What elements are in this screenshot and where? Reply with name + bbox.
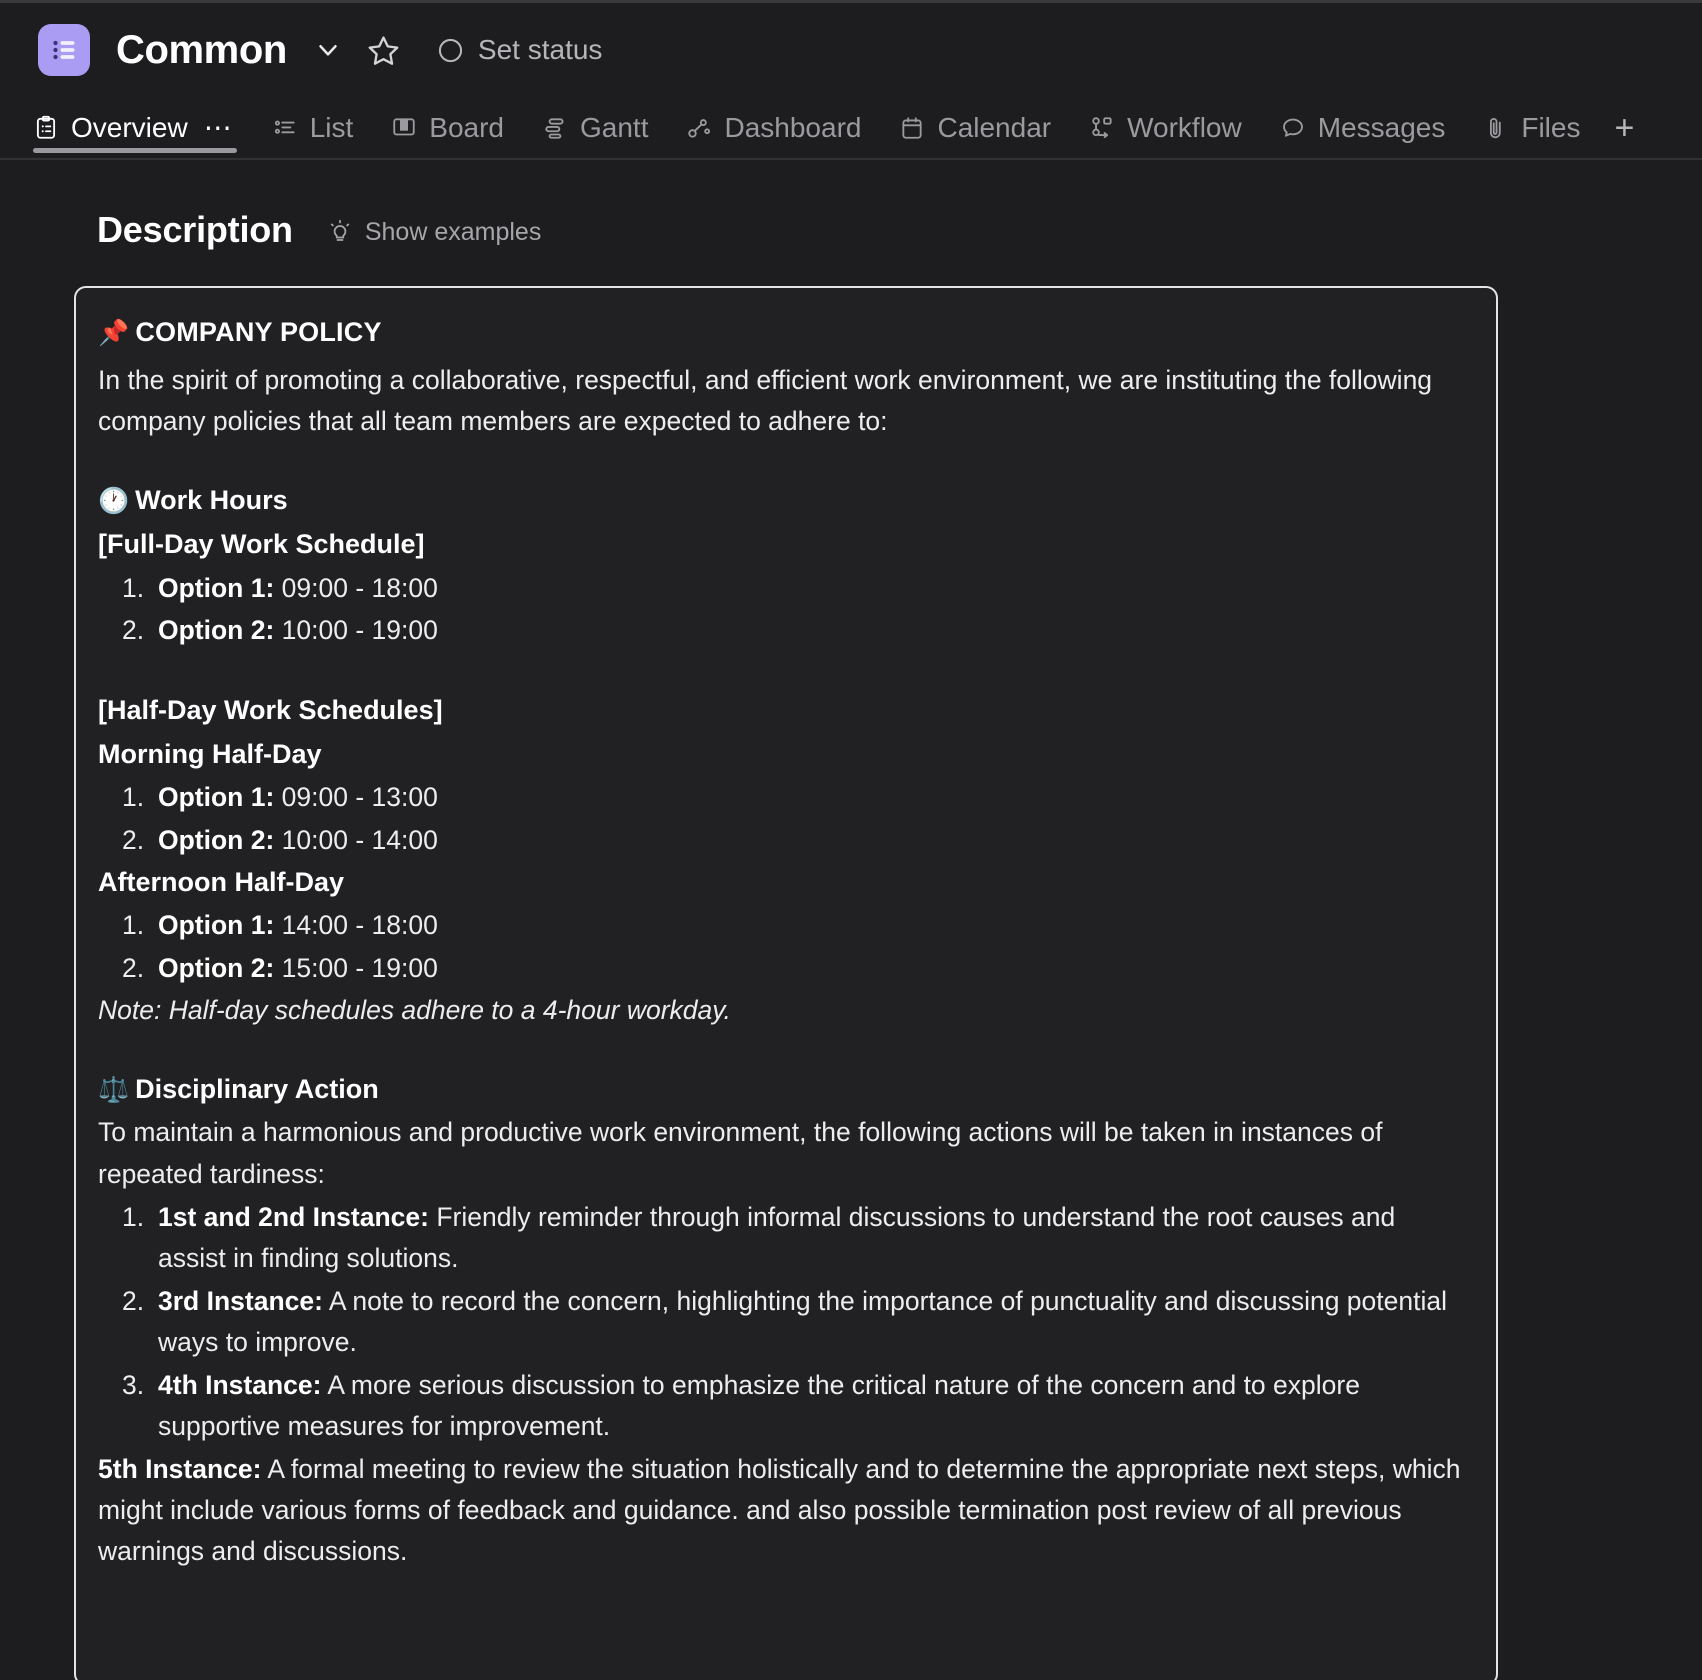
option-value: 14:00 - 18:00 (281, 910, 438, 941)
disciplinary-heading-line: ⚖️ Disciplinary Action (98, 1069, 1466, 1111)
fifth-instance-paragraph: 5th Instance: A formal meeting to review… (98, 1449, 1466, 1572)
instance-text: A more serious discussion to emphasize t… (158, 1369, 1360, 1441)
option-label: Option 2: (158, 952, 275, 983)
page-title: Common (116, 28, 287, 72)
gantt-icon (542, 115, 568, 141)
tab-files-label: Files (1521, 112, 1581, 143)
list-item: 1st and 2nd Instance: Friendly reminder … (98, 1197, 1466, 1279)
star-outline-icon[interactable] (365, 31, 403, 69)
tab-messages-label: Messages (1317, 112, 1446, 143)
instance-label: 3rd Instance: (158, 1285, 323, 1316)
instance-label: 1st and 2nd Instance: (158, 1201, 429, 1232)
full-day-heading: [Full-Day Work Schedule] (98, 528, 425, 559)
tab-gantt[interactable]: Gantt (542, 97, 648, 159)
tab-list-label: List (309, 112, 354, 143)
half-day-heading: [Half-Day Work Schedules] (98, 694, 443, 725)
pushpin-emoji-icon: 📌 (98, 319, 130, 347)
view-tabbar: Overview ⋯ List Board Gantt Dashboard Ca… (0, 97, 1702, 159)
description-card[interactable]: 📌 COMPANY POLICY In the spirit of promoti… (74, 286, 1498, 1680)
option-value: 15:00 - 19:00 (281, 952, 438, 983)
calendar-icon (899, 115, 925, 141)
morning-half-day-heading: Morning Half-Day (98, 738, 322, 769)
option-label: Option 2: (158, 614, 275, 645)
list-item: Option 1: 14:00 - 18:00 (98, 905, 1466, 946)
tab-board-label: Board (429, 112, 504, 143)
work-hours-heading-line: 🕐 Work Hours (98, 480, 1466, 522)
show-examples-label: Show examples (364, 217, 542, 246)
policy-title: COMPANY POLICY (135, 317, 382, 347)
list-icon (272, 115, 298, 141)
show-examples-button[interactable]: Show examples (327, 219, 541, 245)
clipboard-list-icon (33, 115, 59, 141)
disciplinary-intro: To maintain a harmonious and productive … (98, 1117, 1383, 1189)
tab-gantt-label: Gantt (580, 112, 649, 143)
list-item: Option 2: 10:00 - 19:00 (98, 610, 1466, 651)
set-status-label: Set status (477, 34, 603, 65)
tab-overview-label: Overview (71, 112, 188, 143)
add-tab-button[interactable]: + (1614, 111, 1634, 145)
tab-files[interactable]: Files (1483, 97, 1580, 159)
scales-emoji-icon: ⚖️ (98, 1075, 130, 1104)
tab-list[interactable]: List (272, 97, 354, 159)
dashboard-nodes-icon (686, 115, 712, 141)
option-label: Option 2: (158, 824, 275, 855)
set-status-button[interactable]: Set status (437, 34, 603, 65)
option-label: Option 1: (158, 910, 275, 941)
option-label: Option 1: (158, 782, 275, 813)
app-root: Common Set status Overview ⋯ List Board … (0, 0, 1702, 1680)
option-label: Option 1: (158, 572, 275, 603)
paperclip-icon (1483, 115, 1509, 141)
circle-outline-icon (437, 37, 464, 64)
clock-emoji-icon: 🕐 (98, 486, 130, 515)
full-day-options-list: Option 1: 09:00 - 18:00 Option 2: 10:00 … (98, 568, 1466, 651)
list-square-icon (38, 24, 90, 76)
list-item: Option 1: 09:00 - 18:00 (98, 568, 1466, 609)
lightbulb-icon (327, 219, 353, 245)
option-value: 09:00 - 18:00 (281, 572, 438, 603)
list-item: Option 2: 10:00 - 14:00 (98, 820, 1466, 861)
tab-messages[interactable]: Messages (1280, 97, 1446, 159)
board-icon (391, 115, 417, 141)
tab-workflow[interactable]: Workflow (1089, 97, 1242, 159)
instance-text: A note to record the concern, highlighti… (158, 1285, 1447, 1357)
list-item: Option 1: 09:00 - 13:00 (98, 777, 1466, 818)
instance-label: 4th Instance: (158, 1369, 322, 1400)
tab-calendar-label: Calendar (937, 112, 1052, 143)
afternoon-options-list: Option 1: 14:00 - 18:00 Option 2: 15:00 … (98, 905, 1466, 988)
active-tab-indicator (33, 148, 237, 153)
tab-workflow-label: Workflow (1127, 112, 1242, 143)
policy-document: 📌 COMPANY POLICY In the spirit of promoti… (98, 312, 1466, 1572)
disciplinary-items-list: 1st and 2nd Instance: Friendly reminder … (98, 1197, 1466, 1447)
tab-dashboard[interactable]: Dashboard (686, 97, 861, 159)
instance-text: A formal meeting to review the situation… (98, 1453, 1461, 1567)
afternoon-half-day-heading: Afternoon Half-Day (98, 866, 345, 897)
description-title: Description (97, 209, 293, 250)
tab-board[interactable]: Board (391, 97, 504, 159)
tab-dashboard-label: Dashboard (724, 112, 862, 143)
option-value: 09:00 - 13:00 (281, 782, 438, 813)
half-day-note: Note: Half-day schedules adhere to a 4-h… (98, 994, 731, 1025)
instance-label: 5th Instance: (98, 1453, 262, 1484)
work-hours-heading: Work Hours (135, 484, 288, 515)
list-item: 3rd Instance: A note to record the conce… (98, 1281, 1466, 1363)
option-value: 10:00 - 14:00 (281, 824, 438, 855)
tabbar-divider (0, 158, 1702, 160)
list-item: 4th Instance: A more serious discussion … (98, 1365, 1466, 1447)
overview-more-icon[interactable]: ⋯ (204, 114, 234, 142)
tab-calendar[interactable]: Calendar (899, 97, 1051, 159)
policy-intro: In the spirit of promoting a collaborati… (98, 364, 1433, 436)
workflow-icon (1089, 115, 1115, 141)
list-item: Option 2: 15:00 - 19:00 (98, 948, 1466, 989)
disciplinary-heading: Disciplinary Action (135, 1073, 379, 1104)
chevron-down-icon[interactable] (311, 33, 345, 67)
chat-bubble-icon (1280, 115, 1306, 141)
policy-title-line: 📌 COMPANY POLICY (98, 312, 1466, 354)
option-value: 10:00 - 19:00 (281, 614, 438, 645)
project-header: Common Set status (0, 3, 1702, 97)
description-header: Description Show examples (97, 212, 541, 248)
morning-options-list: Option 1: 09:00 - 13:00 Option 2: 10:00 … (98, 777, 1466, 860)
